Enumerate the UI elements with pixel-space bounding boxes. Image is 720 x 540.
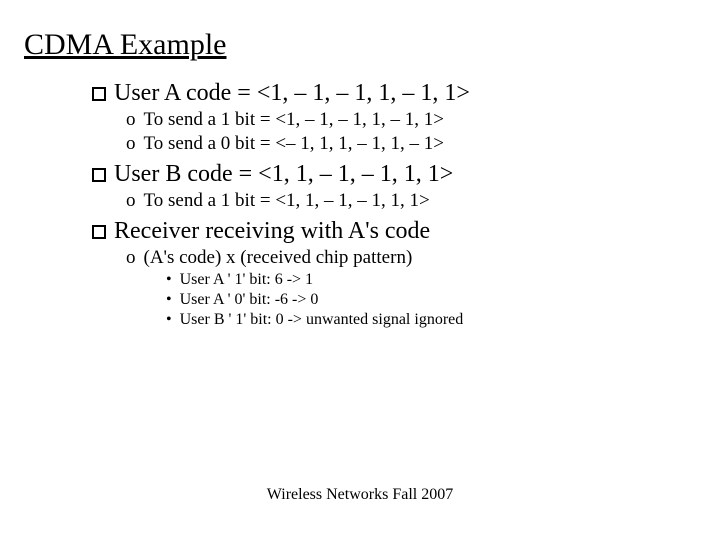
slide-title: CDMA Example xyxy=(24,28,696,62)
item-text: User A ' 0' bit: -6 -> 0 xyxy=(180,291,319,309)
item-text: User B code = <1, 1, – 1, – 1, 1, 1> xyxy=(114,161,453,188)
slide-content: User A code = <1, – 1, – 1, 1, – 1, 1> o… xyxy=(24,80,696,329)
item-text: (A's code) x (received chip pattern) xyxy=(144,247,413,269)
item-text: To send a 1 bit = <1, 1, – 1, – 1, 1, 1> xyxy=(144,190,430,212)
item-user-b-send1: o To send a 1 bit = <1, 1, – 1, – 1, 1, … xyxy=(92,190,696,212)
item-text: Receiver receiving with A's code xyxy=(114,218,430,245)
item-recv-a0: • User A ' 0' bit: -6 -> 0 xyxy=(92,291,696,309)
item-text: To send a 0 bit = <– 1, 1, 1, – 1, 1, – … xyxy=(144,133,445,155)
item-recv-a1: • User A ' 1' bit: 6 -> 1 xyxy=(92,271,696,289)
square-bullet-icon xyxy=(92,168,106,182)
item-text: To send a 1 bit = <1, – 1, – 1, 1, – 1, … xyxy=(144,109,445,131)
slide-footer: Wireless Networks Fall 2007 xyxy=(0,486,720,504)
circle-bullet-icon: o xyxy=(126,109,136,131)
item-user-a-send0: o To send a 0 bit = <– 1, 1, 1, – 1, 1, … xyxy=(92,133,696,155)
square-bullet-icon xyxy=(92,87,106,101)
circle-bullet-icon: o xyxy=(126,247,136,269)
item-text: User B ' 1' bit: 0 -> unwanted signal ig… xyxy=(180,311,464,329)
item-user-a-send1: o To send a 1 bit = <1, – 1, – 1, 1, – 1… xyxy=(92,109,696,131)
item-recv-b1: • User B ' 1' bit: 0 -> unwanted signal … xyxy=(92,311,696,329)
dot-bullet-icon: • xyxy=(166,311,172,329)
item-receiver-sub: o (A's code) x (received chip pattern) xyxy=(92,247,696,269)
square-bullet-icon xyxy=(92,225,106,239)
circle-bullet-icon: o xyxy=(126,190,136,212)
item-receiver: Receiver receiving with A's code xyxy=(92,218,696,245)
item-user-b: User B code = <1, 1, – 1, – 1, 1, 1> xyxy=(92,161,696,188)
item-text: User A ' 1' bit: 6 -> 1 xyxy=(180,271,313,289)
dot-bullet-icon: • xyxy=(166,291,172,309)
item-user-a: User A code = <1, – 1, – 1, 1, – 1, 1> xyxy=(92,80,696,107)
circle-bullet-icon: o xyxy=(126,133,136,155)
item-text: User A code = <1, – 1, – 1, 1, – 1, 1> xyxy=(114,80,470,107)
dot-bullet-icon: • xyxy=(166,271,172,289)
